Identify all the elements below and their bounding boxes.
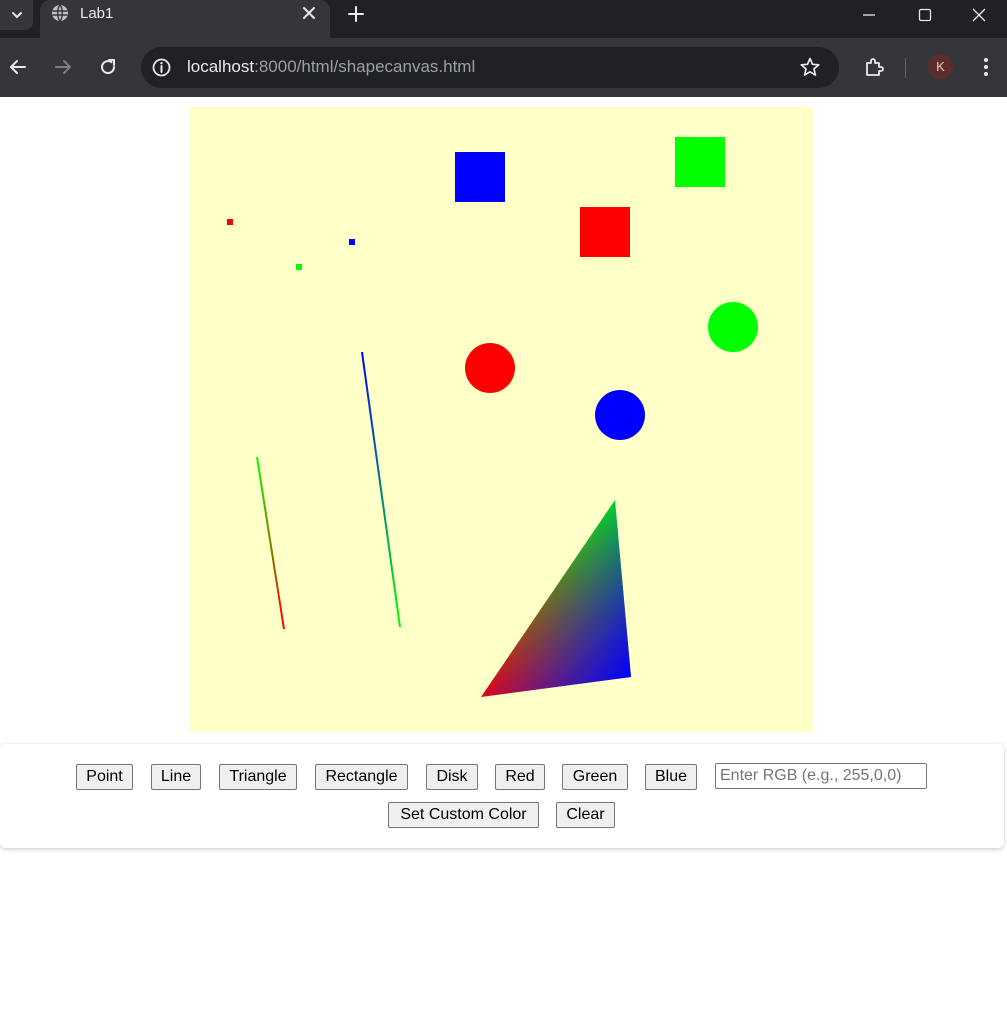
set-custom-color-button[interactable]: Set Custom Color — [388, 802, 539, 828]
green-red-line — [256, 456, 285, 630]
tab-title: Lab1 — [80, 5, 114, 22]
plus-icon[interactable] — [346, 4, 366, 24]
red-color-button[interactable]: Red — [495, 764, 545, 790]
browser-tab-bar: Lab1 — [0, 0, 1007, 38]
clear-button[interactable]: Clear — [556, 802, 615, 828]
url-text[interactable]: localhost:8000/html/shapecanvas.html — [187, 57, 475, 77]
url-path: :8000/html/shapecanvas.html — [254, 57, 476, 76]
star-icon[interactable] — [799, 56, 821, 78]
green-rectangle — [675, 137, 725, 187]
blue-point — [349, 239, 355, 245]
red-disk — [465, 343, 515, 393]
globe-icon — [52, 4, 68, 22]
url-host: localhost — [187, 57, 255, 76]
site-info-icon[interactable] — [150, 56, 173, 79]
back-button[interactable] — [6, 55, 30, 79]
blue-green-line — [361, 351, 401, 628]
minimize-icon — [863, 14, 875, 16]
gradient-triangle-blue-overlay — [481, 500, 631, 697]
blue-rectangle — [455, 152, 505, 202]
back-arrow-icon — [10, 60, 26, 74]
forward-button[interactable] — [51, 55, 75, 79]
reload-button[interactable] — [96, 55, 120, 79]
chevron-down-icon — [11, 12, 22, 19]
window-close-icon — [972, 8, 986, 22]
triangle-button[interactable]: Triangle — [219, 764, 297, 790]
point-button[interactable]: Point — [76, 764, 133, 790]
canvas-drawing — [227, 137, 758, 697]
extensions-icon[interactable] — [862, 55, 886, 79]
address-bar[interactable]: localhost:8000/html/shapecanvas.html — [141, 47, 839, 88]
browser-tab[interactable]: Lab1 — [40, 0, 330, 38]
shape-canvas[interactable] — [189, 107, 814, 732]
red-point — [227, 219, 233, 225]
forward-arrow-icon — [55, 60, 71, 74]
toolbar-separator — [905, 58, 906, 78]
green-color-button[interactable]: Green — [562, 764, 628, 790]
red-rectangle — [580, 207, 630, 257]
browser-toolbar: localhost:8000/html/shapecanvas.html K — [0, 38, 1007, 97]
maximize-icon — [918, 8, 932, 22]
maximize-button[interactable] — [897, 0, 953, 30]
green-point — [296, 264, 302, 270]
line-button[interactable]: Line — [151, 764, 201, 790]
tab-search-button[interactable] — [0, 0, 33, 30]
disk-button[interactable]: Disk — [426, 764, 478, 790]
minimize-button[interactable] — [841, 0, 897, 30]
blue-color-button[interactable]: Blue — [645, 764, 697, 790]
reload-icon — [101, 59, 116, 75]
more-menu-button[interactable] — [975, 55, 997, 79]
window-close-button[interactable] — [951, 0, 1007, 30]
control-panel: Point Line Triangle Rectangle Disk Red G… — [0, 744, 1004, 848]
close-icon[interactable] — [300, 4, 318, 22]
rgb-input[interactable] — [715, 763, 927, 789]
profile-avatar[interactable]: K — [928, 54, 953, 79]
blue-disk — [595, 390, 645, 440]
more-menu-icon — [984, 58, 988, 76]
rectangle-button[interactable]: Rectangle — [315, 764, 408, 790]
green-disk — [708, 302, 758, 352]
